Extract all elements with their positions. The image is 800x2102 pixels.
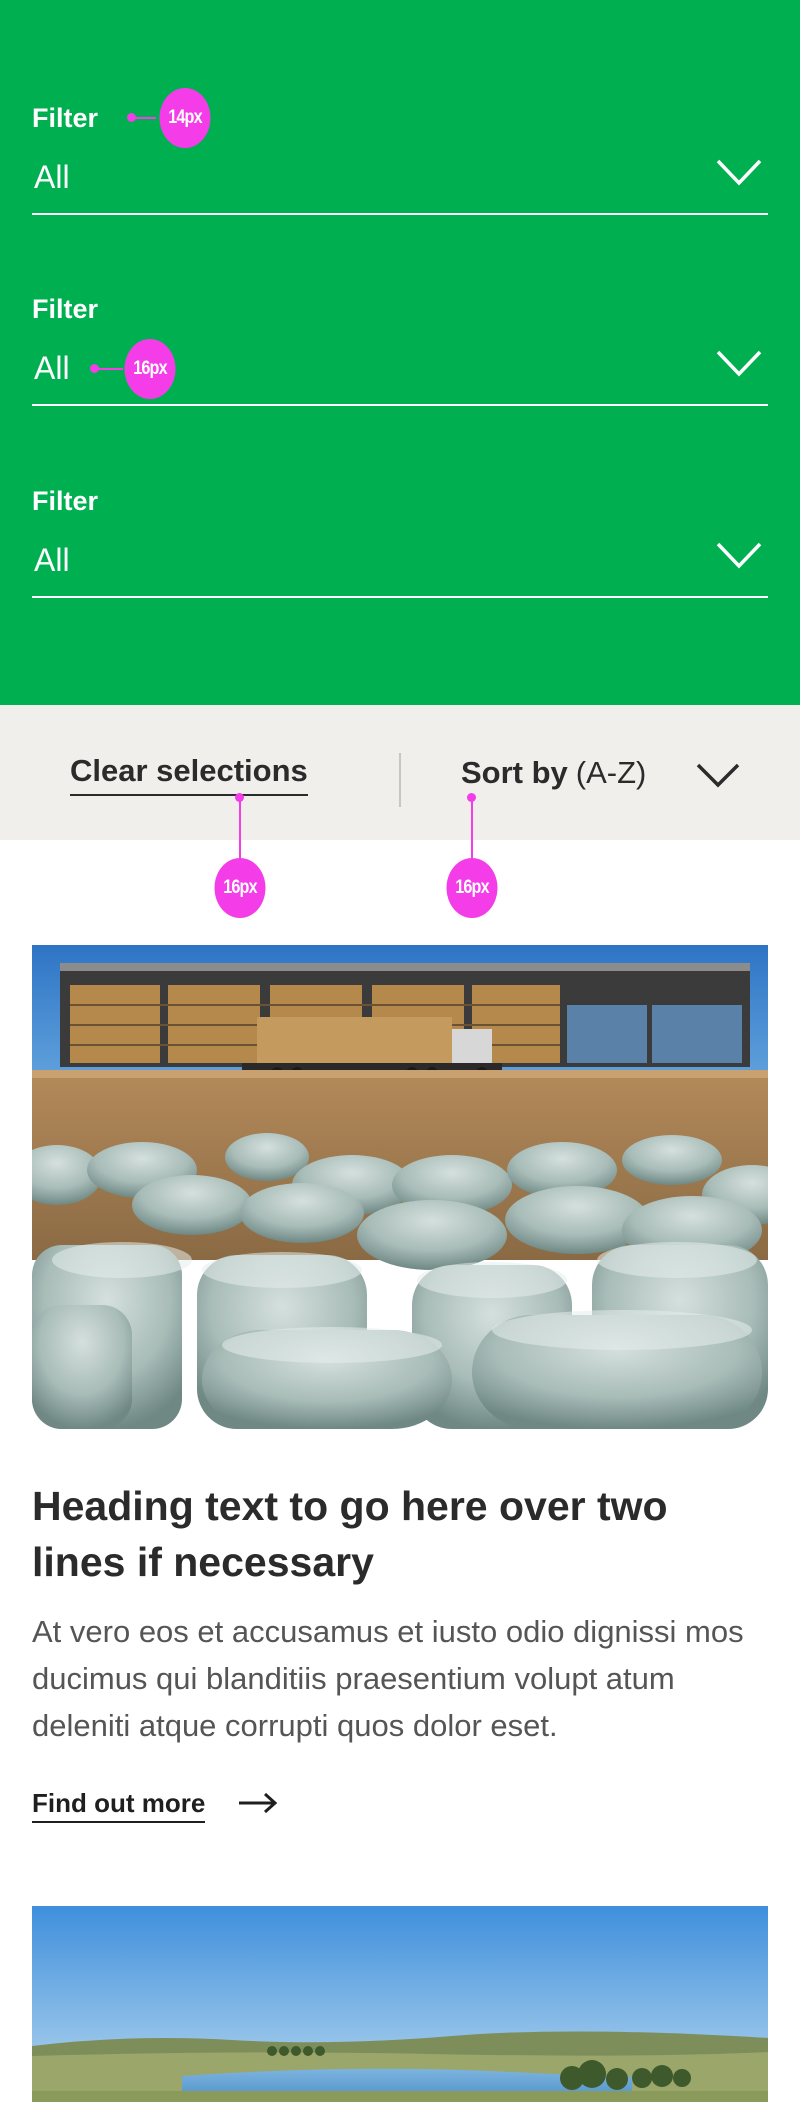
filter-group-3: Filter All (32, 488, 768, 598)
annotation-badge-label-size: 14px (159, 88, 211, 148)
sort-label: Sort by (461, 755, 568, 790)
annotation-line (132, 117, 156, 119)
card-image-hay-bales[interactable] (32, 945, 768, 1429)
chevron-down-icon (716, 159, 762, 186)
filter-label: Filter (32, 294, 99, 324)
filter-label: Filter (32, 103, 99, 133)
divider (399, 753, 401, 807)
filter-value: All (34, 542, 70, 578)
card-body: At vero eos et accusamus et iusto odio d… (32, 1614, 744, 1743)
filter-label: Filter (32, 486, 99, 516)
filter-value: All (34, 159, 70, 195)
annotation-line (239, 797, 241, 859)
chevron-down-icon (716, 542, 762, 569)
hay-bales-photo (32, 945, 768, 1429)
card-title: Heading text to go here over two lines i… (32, 1483, 668, 1585)
annotation-line (95, 368, 123, 370)
action-bar: Clear selections Sort by (A-Z) (0, 705, 800, 840)
annotation-badge-value-size: 16px (124, 339, 176, 399)
filter-value: All (34, 350, 70, 386)
filter-panel: Filter All Filter All Filter All 14px 16… (0, 0, 800, 705)
annotation-badge-sort-size: 16px (446, 858, 498, 918)
sort-value: (A-Z) (575, 755, 647, 790)
find-out-more-link[interactable]: Find out more (32, 1790, 206, 1823)
annotation-badge-clear-size: 16px (214, 858, 266, 918)
filter-select-3[interactable]: All (32, 530, 768, 598)
clear-selections-link[interactable]: Clear selections (70, 755, 308, 796)
arrow-right-icon[interactable] (238, 1792, 278, 1814)
filter-select-1[interactable]: All (32, 147, 768, 215)
chevron-down-icon (716, 350, 762, 377)
card-image-lake[interactable] (32, 1906, 768, 2102)
annotation-line (471, 797, 473, 859)
chevron-down-icon (696, 763, 740, 788)
sort-dropdown[interactable]: Sort by (A-Z) (461, 755, 741, 795)
filter-group-1: Filter All (32, 105, 768, 215)
lake-landscape-photo (32, 1906, 768, 2102)
